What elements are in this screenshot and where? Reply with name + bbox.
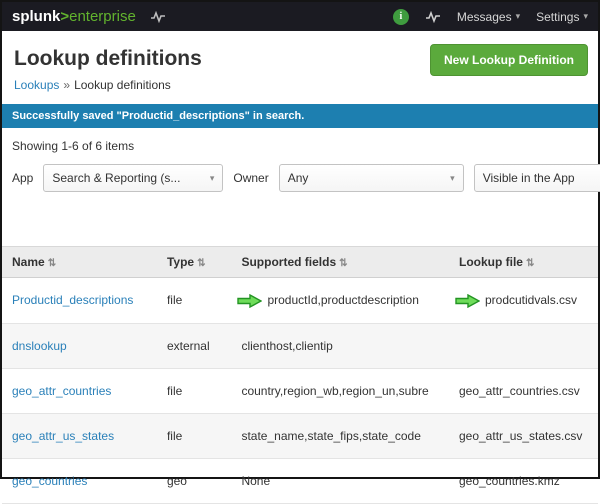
app-filter-select[interactable]: Search & Reporting (s... ▾ bbox=[43, 164, 223, 192]
column-header-name[interactable]: Name⇅ bbox=[2, 247, 157, 278]
owner-filter-value: Any bbox=[288, 171, 309, 185]
results-count: Showing 1-6 of 6 items bbox=[2, 128, 598, 160]
messages-menu[interactable]: Messages ▾ bbox=[457, 10, 520, 24]
filter-bar: App Search & Reporting (s... ▾ Owner Any… bbox=[2, 160, 598, 196]
breadcrumb-separator: » bbox=[63, 78, 70, 92]
page-header: Lookup definitions New Lookup Definition… bbox=[2, 31, 598, 92]
table-row: geo_attr_us_states file state_name,state… bbox=[2, 413, 598, 458]
logo-splunk-text: splunk bbox=[12, 8, 60, 25]
breadcrumb-current: Lookup definitions bbox=[74, 78, 171, 92]
lookup-file: geo_countries.kmz bbox=[449, 458, 598, 503]
lookup-file bbox=[449, 323, 598, 368]
app-filter-value: Search & Reporting (s... bbox=[52, 171, 180, 185]
chevron-down-icon: ▾ bbox=[516, 11, 521, 22]
lookup-fields: country,region_wb,region_un,subre bbox=[231, 368, 449, 413]
lookup-type: file bbox=[157, 413, 232, 458]
annotation-arrow-icon bbox=[455, 294, 480, 308]
settings-label: Settings bbox=[536, 10, 579, 24]
sort-icon[interactable]: ⇅ bbox=[339, 258, 347, 269]
column-header-lookup-file[interactable]: Lookup file⇅ bbox=[449, 247, 598, 278]
top-nav-bar: splunk>enterprise i Messages ▾ Settings … bbox=[2, 2, 598, 31]
activity-icon[interactable] bbox=[425, 11, 441, 23]
splunk-logo[interactable]: splunk>enterprise bbox=[12, 8, 136, 25]
lookup-name-link[interactable]: Productid_descriptions bbox=[12, 293, 133, 307]
table-row: Productid_descriptions file productId,pr… bbox=[2, 278, 598, 324]
success-banner: Successfully saved "Productid_descriptio… bbox=[2, 104, 598, 128]
lookup-fields: productId,productdescription bbox=[231, 278, 449, 324]
sort-icon[interactable]: ⇅ bbox=[197, 258, 205, 269]
sort-icon[interactable]: ⇅ bbox=[526, 258, 534, 269]
lookup-fields: clienthost,clientip bbox=[231, 323, 449, 368]
lookup-file: prodcutidvals.csv bbox=[449, 278, 598, 324]
lookup-fields: state_name,state_fips,state_code bbox=[231, 413, 449, 458]
fields-text: productId,productdescription bbox=[267, 293, 418, 307]
spacer bbox=[2, 196, 598, 246]
sort-icon[interactable]: ⇅ bbox=[48, 258, 56, 269]
visibility-filter-value: Visible in the App bbox=[483, 171, 575, 185]
settings-menu[interactable]: Settings ▾ bbox=[536, 10, 588, 24]
visibility-filter-select[interactable]: Visible in the App bbox=[474, 164, 600, 192]
lookup-definitions-table: Name⇅ Type⇅ Supported fields⇅ Lookup fil… bbox=[2, 246, 598, 504]
table-row: geo_countries geo None geo_countries.kmz bbox=[2, 458, 598, 503]
lookup-type: file bbox=[157, 278, 232, 324]
chevron-down-icon: ▾ bbox=[450, 173, 455, 184]
chevron-down-icon: ▾ bbox=[583, 11, 588, 22]
column-header-type[interactable]: Type⇅ bbox=[157, 247, 232, 278]
file-text: prodcutidvals.csv bbox=[485, 293, 577, 307]
lookup-name-link[interactable]: geo_attr_countries bbox=[12, 384, 111, 398]
messages-label: Messages bbox=[457, 10, 512, 24]
table-row: dnslookup external clienthost,clientip bbox=[2, 323, 598, 368]
activity-icon[interactable] bbox=[150, 11, 166, 23]
breadcrumb: Lookups » Lookup definitions bbox=[14, 78, 586, 92]
lookup-name-link[interactable]: dnslookup bbox=[12, 339, 67, 353]
column-header-supported-fields[interactable]: Supported fields⇅ bbox=[231, 247, 449, 278]
logo-product-text: enterprise bbox=[69, 8, 136, 25]
chevron-down-icon: ▾ bbox=[210, 173, 215, 184]
owner-filter-label: Owner bbox=[233, 171, 268, 185]
owner-filter-select[interactable]: Any ▾ bbox=[279, 164, 464, 192]
lookup-file: geo_attr_countries.csv bbox=[449, 368, 598, 413]
new-lookup-definition-button[interactable]: New Lookup Definition bbox=[430, 44, 588, 76]
lookup-type: file bbox=[157, 368, 232, 413]
annotation-arrow-icon bbox=[237, 294, 262, 308]
lookup-type: external bbox=[157, 323, 232, 368]
lookup-name-link[interactable]: geo_attr_us_states bbox=[12, 429, 114, 443]
app-filter-label: App bbox=[12, 171, 33, 185]
lookup-name-link[interactable]: geo_countries bbox=[12, 474, 87, 488]
table-row: geo_attr_countries file country,region_w… bbox=[2, 368, 598, 413]
table-header-row: Name⇅ Type⇅ Supported fields⇅ Lookup fil… bbox=[2, 247, 598, 278]
info-icon[interactable]: i bbox=[393, 9, 409, 25]
breadcrumb-lookups-link[interactable]: Lookups bbox=[14, 78, 59, 92]
lookup-file: geo_attr_us_states.csv bbox=[449, 413, 598, 458]
logo-gt-text: > bbox=[60, 8, 69, 25]
lookup-fields: None bbox=[231, 458, 449, 503]
lookup-type: geo bbox=[157, 458, 232, 503]
